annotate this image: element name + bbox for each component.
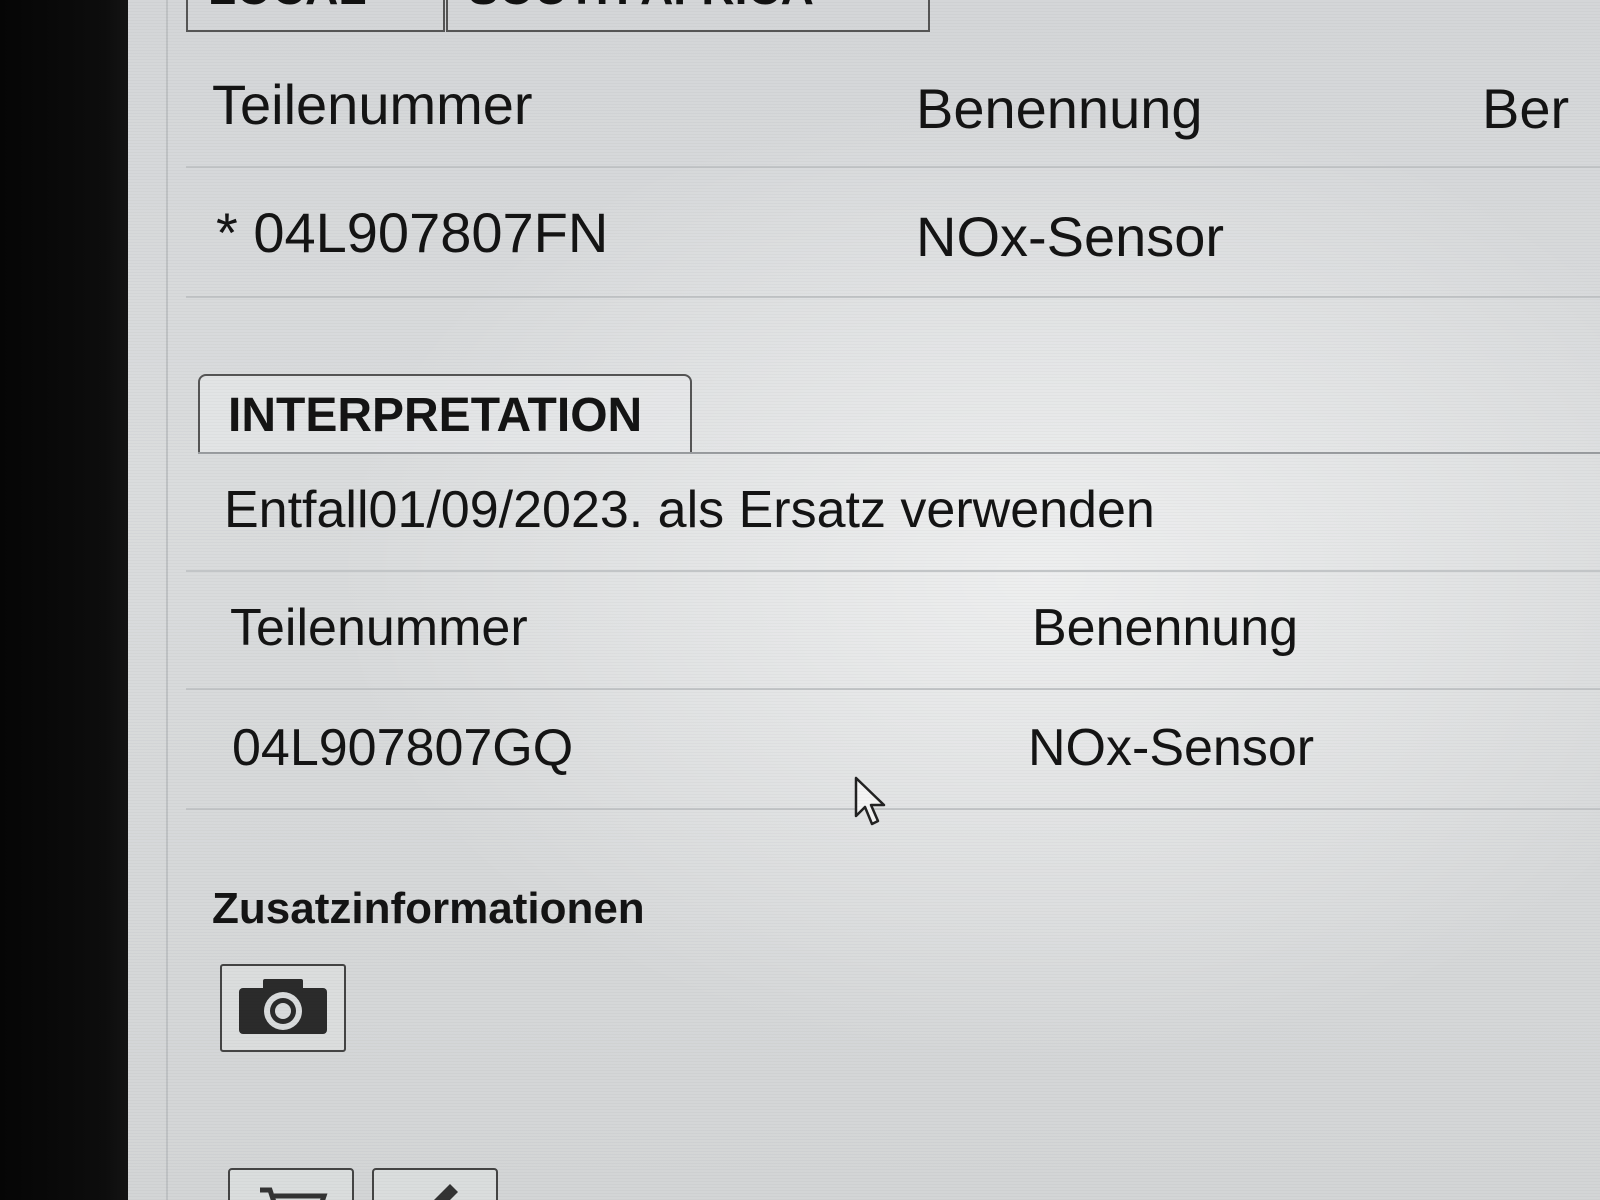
tab-interpretation[interactable]: INTERPRETATION: [198, 374, 692, 454]
row-divider: [186, 570, 1600, 572]
camera-icon: [233, 974, 333, 1043]
cart-button[interactable]: [228, 1168, 354, 1200]
replacement-part-name-cell: NOx-Sensor: [1028, 719, 1315, 777]
tab-south-africa[interactable]: SOUTH AFRICA: [446, 0, 930, 32]
column-header-name: Benennung: [916, 77, 1203, 140]
tab-interpretation-label: INTERPRETATION: [228, 389, 643, 442]
column-header-part-number: Teilenummer: [230, 599, 528, 657]
part-name-cell: NOx-Sensor: [916, 205, 1225, 268]
replacement-part-number-cell[interactable]: 04L907807GQ: [232, 718, 573, 778]
part-number-cell[interactable]: * 04L907807FN: [216, 200, 608, 265]
column-header-name: Benennung: [1032, 599, 1299, 657]
row-divider: [186, 166, 1600, 168]
screen: LOCAL SOUTH AFRICA Teilenummer Benennung…: [0, 0, 1600, 1200]
panel-border: [166, 0, 168, 1200]
edit-button[interactable]: [372, 1168, 498, 1200]
section-divider: [198, 452, 1600, 454]
interpretation-note: Entfall01/09/2023. als Ersatz verwenden: [224, 481, 1155, 539]
row-divider: [186, 688, 1600, 690]
row-divider: [186, 808, 1600, 810]
mouse-cursor-icon: [854, 776, 890, 835]
column-header-truncated: Ber: [1482, 77, 1570, 140]
column-header-part-number: Teilenummer: [212, 73, 533, 136]
camera-button[interactable]: [220, 964, 346, 1052]
row-divider: [186, 296, 1600, 298]
tab-local[interactable]: LOCAL: [186, 0, 445, 32]
additional-info-title: Zusatzinformationen: [212, 884, 645, 933]
parts-panel: LOCAL SOUTH AFRICA Teilenummer Benennung…: [128, 0, 1600, 1200]
